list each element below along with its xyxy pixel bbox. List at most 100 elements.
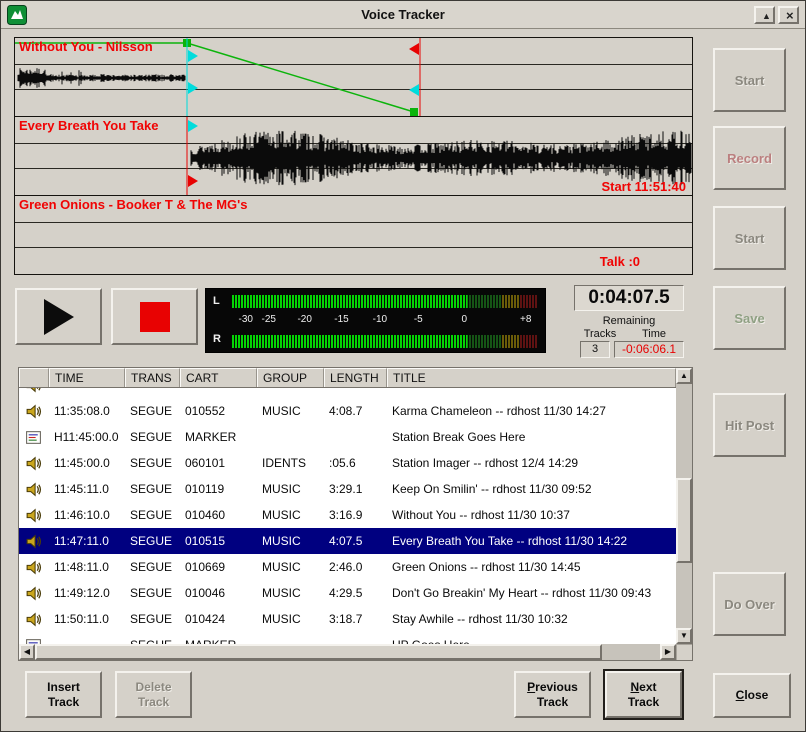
log-row[interactable]: SEGUE MARKER UP Goes Here: [19, 632, 676, 644]
hit-post-button[interactable]: Hit Post: [713, 393, 786, 457]
cell-group: IDENTS: [257, 450, 324, 476]
vertical-scrollbar[interactable]: [676, 368, 692, 644]
remaining-time-label: Time: [628, 328, 680, 340]
cell-trans: SEGUE: [125, 450, 180, 476]
cell-length: 3:18.7: [324, 606, 387, 632]
play-button[interactable]: [15, 288, 102, 345]
cell-length: 4:29.5: [324, 580, 387, 606]
delete-track-button[interactable]: Delete Track: [115, 671, 192, 718]
stop-button[interactable]: [111, 288, 198, 345]
cell-cart: 010119: [180, 476, 257, 502]
horizontal-scroll-thumb[interactable]: [35, 644, 602, 660]
column-header-trans: TRANS: [125, 368, 180, 387]
button-label: Track: [537, 695, 568, 710]
cell-time: 11:45:11.0: [49, 476, 125, 502]
cell-time: [49, 388, 125, 398]
log-row[interactable]: 11:50:11.0 SEGUE 010424 MUSIC 3:18.7 Sta…: [19, 606, 676, 632]
cell-cart: MARKER: [180, 424, 257, 450]
scale-tick: -20: [297, 314, 311, 325]
cell-time: 11:47:11.0: [49, 528, 125, 554]
vertical-scroll-thumb[interactable]: [676, 478, 692, 563]
row-type-icon: [19, 424, 49, 450]
cell-time: H11:45:00.0: [49, 424, 125, 450]
column-header-cart: CART: [180, 368, 257, 387]
horizontal-scrollbar[interactable]: [19, 644, 676, 660]
log-row[interactable]: 11:35:08.0 SEGUE 010552 MUSIC 4:08.7 Kar…: [19, 398, 676, 424]
fade-handle-end[interactable]: [410, 108, 418, 116]
next-track-button[interactable]: Next Track: [605, 671, 682, 718]
scroll-right-button[interactable]: [660, 644, 676, 660]
cell-time: [49, 632, 125, 644]
record-button[interactable]: Record: [713, 126, 786, 190]
cell-trans: SEGUE: [125, 554, 180, 580]
remaining-label: Remaining: [574, 315, 684, 327]
row-type-icon: [19, 388, 49, 398]
start-track1-button[interactable]: Start: [713, 48, 786, 112]
log-row[interactable]: 11:45:00.0 SEGUE 060101 IDENTS :05.6 Sta…: [19, 450, 676, 476]
row-type-icon: [19, 502, 49, 528]
cell-length: 3:29.1: [324, 476, 387, 502]
meter-right-label: R: [213, 333, 221, 345]
column-header-icon: [19, 368, 49, 387]
remaining-tracks-label: Tracks: [574, 328, 626, 340]
previous-track-button[interactable]: Previous Track: [514, 671, 591, 718]
row-type-icon: [19, 580, 49, 606]
log-viewport: 11:35:08.0 SEGUE 010552 MUSIC 4:08.7 Kar…: [19, 388, 676, 644]
log-row[interactable]: H11:45:00.0 SEGUE MARKER Station Break G…: [19, 424, 676, 450]
do-over-button[interactable]: Do Over: [713, 572, 786, 636]
cell-length: [324, 388, 387, 398]
cell-length: 4:07.5: [324, 528, 387, 554]
marker-arrow[interactable]: [188, 120, 198, 132]
scroll-left-button[interactable]: [19, 644, 35, 660]
cell-length: 3:16.9: [324, 502, 387, 528]
voice-tracker-window: Voice Tracker ▲ × Without You - Nilsson: [0, 0, 806, 732]
cell-time: 11:49:12.0: [49, 580, 125, 606]
remaining-tracks-value: 3: [580, 341, 610, 358]
cell-trans: SEGUE: [125, 502, 180, 528]
cell-length: 4:08.7: [324, 398, 387, 424]
log-row[interactable]: 11:49:12.0 SEGUE 010046 MUSIC 4:29.5 Don…: [19, 580, 676, 606]
close-button[interactable]: Close: [713, 673, 791, 718]
marker-arrow[interactable]: [188, 50, 198, 62]
cell-cart: 010515: [180, 528, 257, 554]
meter-scale: -30 -25 -20 -15 -10 -5 0 +8: [231, 310, 538, 332]
marker-arrow[interactable]: [188, 82, 198, 94]
shade-button[interactable]: ▲: [754, 6, 775, 24]
scroll-up-button[interactable]: [676, 368, 692, 384]
marker-arrow[interactable]: [409, 43, 419, 55]
log-row[interactable]: 11:48:11.0 SEGUE 010669 MUSIC 2:46.0 Gre…: [19, 554, 676, 580]
scroll-down-button[interactable]: [676, 628, 692, 644]
gridline: [15, 222, 692, 223]
marker-arrow[interactable]: [188, 175, 198, 187]
cell-title: Keep On Smilin' -- rdhost 11/30 09:52: [387, 476, 676, 502]
row-type-icon: [19, 398, 49, 424]
track-pane-1: Without You - Nilsson: [15, 38, 692, 117]
elapsed-time-display: 0:04:07.5: [574, 285, 684, 311]
start-track2-button[interactable]: Start: [713, 206, 786, 270]
scale-tick: -15: [334, 314, 348, 325]
scrollbar-corner: [676, 644, 692, 660]
cell-title: Karma Chameleon -- rdhost 11/30 14:27: [387, 398, 676, 424]
scale-tick: +8: [520, 314, 531, 325]
insert-track-button[interactable]: Insert Track: [25, 671, 102, 718]
track-1-title: Without You - Nilsson: [19, 39, 153, 54]
track-2-title: Every Breath You Take: [19, 118, 158, 133]
log-event-list: TIME TRANS CART GROUP LENGTH TITLE: [18, 367, 693, 661]
cell-time: 11:48:11.0: [49, 554, 125, 580]
close-window-button[interactable]: ×: [778, 6, 799, 24]
row-type-icon: [19, 606, 49, 632]
row-type-icon: [19, 528, 49, 554]
marker-arrow[interactable]: [409, 84, 419, 96]
meter-bar-right: [231, 335, 538, 348]
gridline: [15, 247, 692, 248]
button-label: Next: [630, 680, 656, 695]
log-row[interactable]: 11:46:10.0 SEGUE 010460 MUSIC 3:16.9 Wit…: [19, 502, 676, 528]
log-row-selected[interactable]: 11:47:11.0 SEGUE 010515 MUSIC 4:07.5 Eve…: [19, 528, 676, 554]
cell-time: 11:50:11.0: [49, 606, 125, 632]
cell-group: [257, 424, 324, 450]
log-row[interactable]: 11:45:11.0 SEGUE 010119 MUSIC 3:29.1 Kee…: [19, 476, 676, 502]
meter-bar-left: [231, 295, 538, 308]
cell-trans: SEGUE: [125, 398, 180, 424]
log-row[interactable]: [19, 388, 676, 398]
save-button[interactable]: Save: [713, 286, 786, 350]
